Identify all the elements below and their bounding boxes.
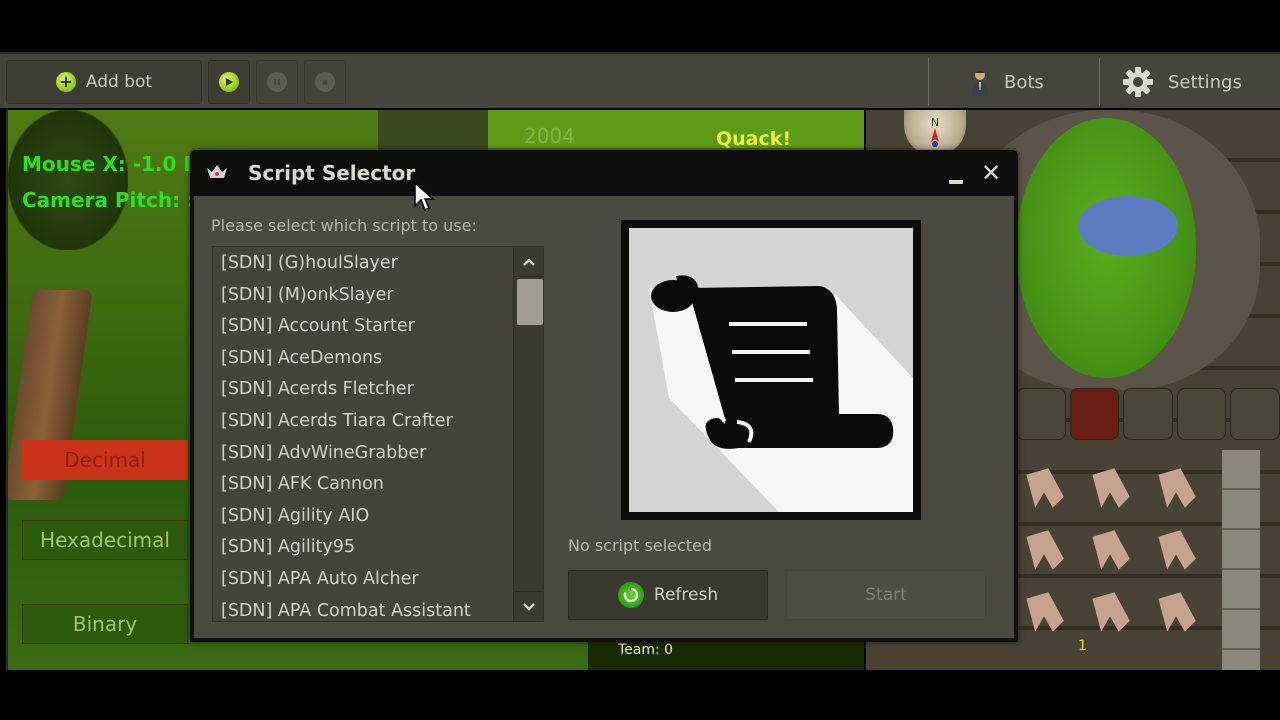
script-list-item[interactable]: [SDN] Agility95 xyxy=(213,532,511,564)
panel-pillar xyxy=(1222,450,1260,670)
binary-button[interactable]: Binary xyxy=(22,604,188,644)
scroll-icon xyxy=(629,228,913,512)
chevron-up-icon xyxy=(522,257,535,266)
minimize-icon xyxy=(949,180,963,184)
fish-item-icon[interactable] xyxy=(1158,468,1196,508)
quest-tab-icon[interactable] xyxy=(1230,388,1280,440)
start-label: Start xyxy=(865,585,907,605)
plus-circle-icon xyxy=(55,72,76,92)
script-list-item[interactable]: [SDN] AceDemons xyxy=(213,343,511,375)
gear-icon xyxy=(1122,66,1154,98)
script-list-item[interactable]: [SDN] AFK Cannon xyxy=(213,469,511,501)
app-logo-icon xyxy=(206,164,228,182)
refresh-icon xyxy=(617,582,644,608)
mouse-readout: Mouse X: -1.0 I xyxy=(22,152,191,176)
chevron-down-icon xyxy=(522,602,535,611)
user-icon xyxy=(970,68,990,96)
start-button[interactable]: Start xyxy=(786,570,986,620)
tree-foliage xyxy=(8,110,128,250)
play-button[interactable] xyxy=(208,60,250,104)
play-icon xyxy=(219,72,239,92)
script-list-item[interactable]: [SDN] AdvWineGrabber xyxy=(213,438,511,470)
dialog-title: Script Selector xyxy=(248,161,416,185)
chat-bubble-text: Quack! xyxy=(716,128,792,150)
fish-item-icon[interactable] xyxy=(1158,530,1196,570)
stop-button[interactable] xyxy=(304,60,346,104)
scrollbar[interactable] xyxy=(513,247,543,621)
fish-item-icon[interactable] xyxy=(1092,468,1130,508)
decimal-button[interactable]: Decimal xyxy=(22,440,188,480)
script-list-item[interactable]: [SDN] Acerds Tiara Crafter xyxy=(213,406,511,438)
scroll-thumb[interactable] xyxy=(517,279,543,325)
refresh-button[interactable]: Refresh xyxy=(568,570,768,620)
add-bot-button[interactable]: Add bot xyxy=(6,60,202,104)
fish-item-icon[interactable] xyxy=(1026,468,1064,508)
script-list-item[interactable]: [SDN] Account Starter xyxy=(213,311,511,343)
bush xyxy=(378,110,488,150)
scroll-down-button[interactable] xyxy=(514,591,543,621)
camera-readout: Camera Pitch: : xyxy=(22,188,196,212)
script-list-item[interactable]: [SDN] (M)onkSlayer xyxy=(213,280,511,312)
script-list-items: [SDN] (G)houlSlayer [SDN] (M)onkSlayer [SD… xyxy=(213,247,511,621)
fish-item-icon[interactable] xyxy=(1158,592,1196,632)
fish-item-icon[interactable] xyxy=(1026,592,1064,632)
minimap-lake xyxy=(1078,196,1178,256)
fish-item-icon[interactable] xyxy=(1092,592,1130,632)
script-list-item[interactable]: [SDN] (G)houlSlayer xyxy=(213,248,511,280)
script-list-item[interactable]: [SDN] APA Combat Assistant xyxy=(213,596,511,621)
script-list[interactable]: [SDN] (G)houlSlayer [SDN] (M)onkSlayer [SD… xyxy=(212,246,544,622)
mouse-cursor-icon xyxy=(414,182,435,212)
bots-label: Bots xyxy=(1004,71,1044,93)
settings-label: Settings xyxy=(1168,71,1242,93)
toolbar-divider xyxy=(1099,58,1100,106)
inventory-tab-icon[interactable] xyxy=(1069,388,1120,440)
refresh-label: Refresh xyxy=(653,585,719,605)
magic-tab-icon[interactable] xyxy=(1176,388,1227,440)
stop-icon xyxy=(315,72,335,92)
add-bot-label: Add bot xyxy=(85,72,153,92)
settings-button[interactable]: Settings xyxy=(1122,60,1242,104)
svg-text:N: N xyxy=(931,116,939,129)
bots-button[interactable]: Bots xyxy=(970,60,1044,104)
script-list-item[interactable]: [SDN] Acerds Fletcher xyxy=(213,374,511,406)
prayer-tab-icon[interactable] xyxy=(1016,388,1066,440)
script-selector-dialog: Script Selector ✕ Please select which sc… xyxy=(190,150,1018,642)
close-icon: ✕ xyxy=(980,159,1002,187)
bot-toolbar: Add bot Bots Settings xyxy=(0,52,1280,108)
inventory-grid xyxy=(1016,460,1216,670)
hexadecimal-button[interactable]: Hexadecimal xyxy=(22,520,188,560)
game-tabs xyxy=(1016,388,1280,446)
selection-status: No script selected xyxy=(568,536,713,555)
equipment-tab-icon[interactable] xyxy=(1123,388,1173,440)
dialog-titlebar[interactable]: Script Selector ✕ xyxy=(190,150,1018,196)
pause-icon xyxy=(267,72,287,92)
script-preview xyxy=(621,220,921,520)
item-count: 1 xyxy=(1078,638,1087,654)
fish-item-icon[interactable] xyxy=(1026,530,1064,570)
minimize-button[interactable] xyxy=(944,164,968,188)
toolbar-divider xyxy=(928,58,929,106)
fish-item-icon[interactable] xyxy=(1092,530,1130,570)
pause-button[interactable] xyxy=(256,60,298,104)
scroll-up-button[interactable] xyxy=(514,247,543,277)
script-list-item[interactable]: [SDN] Agility AIO xyxy=(213,501,511,533)
year-text: 2004 xyxy=(524,124,575,148)
close-button[interactable]: ✕ xyxy=(978,159,1004,187)
script-list-item[interactable]: [SDN] APA Auto Alcher xyxy=(213,564,511,596)
select-prompt: Please select which script to use: xyxy=(211,216,477,235)
